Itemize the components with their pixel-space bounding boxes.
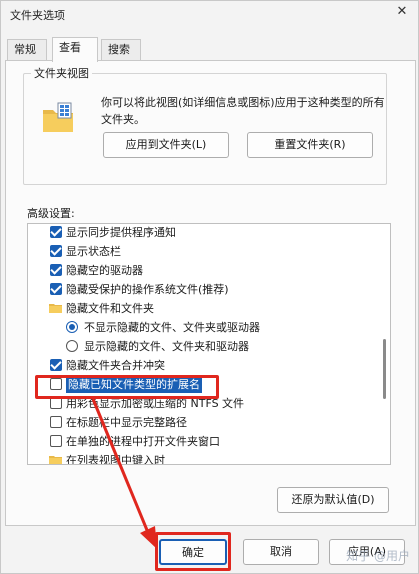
checkbox[interactable] bbox=[50, 226, 62, 238]
list-item-label: 隐藏文件夹合并冲突 bbox=[66, 359, 165, 372]
list-item[interactable]: 显示同步提供程序通知 bbox=[28, 224, 380, 241]
radio-button[interactable] bbox=[66, 321, 78, 333]
tab-bar: 常规 查看 搜索 bbox=[5, 37, 415, 62]
list-item-label: 在单独的进程中打开文件夹窗口 bbox=[66, 435, 220, 448]
apply-to-folders-button[interactable]: 应用到文件夹(L) bbox=[103, 132, 229, 158]
folder-icon bbox=[49, 456, 62, 464]
scrollbar-thumb[interactable] bbox=[383, 339, 386, 399]
tab-general[interactable]: 常规 bbox=[7, 39, 47, 61]
list-item-label: 隐藏空的驱动器 bbox=[66, 264, 143, 277]
checkbox[interactable] bbox=[50, 283, 62, 295]
list-item[interactable]: 隐藏受保护的操作系统文件(推荐) bbox=[28, 281, 380, 298]
advanced-settings-label: 高级设置: bbox=[27, 207, 75, 220]
list-item[interactable]: 不显示隐藏的文件、文件夹或驱动器 bbox=[28, 319, 380, 336]
window-title: 文件夹选项 bbox=[10, 9, 65, 22]
advanced-settings-list[interactable]: 显示同步提供程序通知 显示状态栏 隐藏空的驱动器 隐藏受保护的操作系统文件(推荐… bbox=[27, 223, 391, 465]
list-item[interactable]: 在标题栏中显示完整路径 bbox=[28, 414, 380, 431]
list-item[interactable]: 显示隐藏的文件、文件夹和驱动器 bbox=[28, 338, 380, 355]
folder-options-dialog: 文件夹选项 ✕ 常规 查看 搜索 文件夹视图 你可以将此视图(如详细信息或图标)… bbox=[0, 0, 419, 574]
folder-view-icon bbox=[43, 102, 73, 132]
list-item-label: 显示同步提供程序通知 bbox=[66, 226, 176, 239]
list-item-label: 隐藏受保护的操作系统文件(推荐) bbox=[66, 283, 229, 296]
list-item-label: 显示隐藏的文件、文件夹和驱动器 bbox=[84, 340, 249, 353]
folder-view-group bbox=[23, 73, 387, 185]
folder-view-group-label: 文件夹视图 bbox=[31, 65, 92, 81]
list-item[interactable]: 在单独的进程中打开文件夹窗口 bbox=[28, 433, 380, 450]
list-item[interactable]: 显示状态栏 bbox=[28, 243, 380, 260]
checkbox[interactable] bbox=[50, 245, 62, 257]
list-item[interactable]: 隐藏空的驱动器 bbox=[28, 262, 380, 279]
annotation-ok-box bbox=[155, 532, 231, 571]
tab-search[interactable]: 搜索 bbox=[101, 39, 141, 61]
list-item: 在列表视图中键入时 bbox=[28, 452, 380, 465]
list-item-label: 不显示隐藏的文件、文件夹或驱动器 bbox=[84, 321, 260, 334]
list-item-label: 隐藏文件和文件夹 bbox=[66, 302, 154, 315]
reset-folders-button[interactable]: 重置文件夹(R) bbox=[247, 132, 373, 158]
list-item: 隐藏文件和文件夹 bbox=[28, 300, 380, 317]
checkbox[interactable] bbox=[50, 359, 62, 371]
folder-view-description: 你可以将此视图(如详细信息或图标)应用于这种类型的所有文件夹。 bbox=[101, 96, 385, 126]
list-item-label: 在标题栏中显示完整路径 bbox=[66, 416, 187, 429]
cancel-button[interactable]: 取消 bbox=[243, 539, 319, 565]
restore-defaults-button[interactable]: 还原为默认值(D) bbox=[277, 487, 389, 513]
checkbox[interactable] bbox=[50, 264, 62, 276]
watermark: 知乎 @用户 bbox=[346, 549, 410, 563]
list-item-label: 在列表视图中键入时 bbox=[66, 454, 165, 465]
list-scrollbar[interactable] bbox=[379, 224, 390, 464]
checkbox[interactable] bbox=[50, 435, 62, 447]
close-icon[interactable]: ✕ bbox=[394, 4, 410, 20]
checkbox[interactable] bbox=[50, 416, 62, 428]
radio-button[interactable] bbox=[66, 340, 78, 352]
folder-icon bbox=[49, 304, 62, 313]
list-item[interactable]: 隐藏文件夹合并冲突 bbox=[28, 357, 380, 374]
annotation-highlight-box bbox=[35, 375, 219, 399]
tab-view[interactable]: 查看 bbox=[52, 37, 98, 62]
list-item-label: 显示状态栏 bbox=[66, 245, 121, 258]
